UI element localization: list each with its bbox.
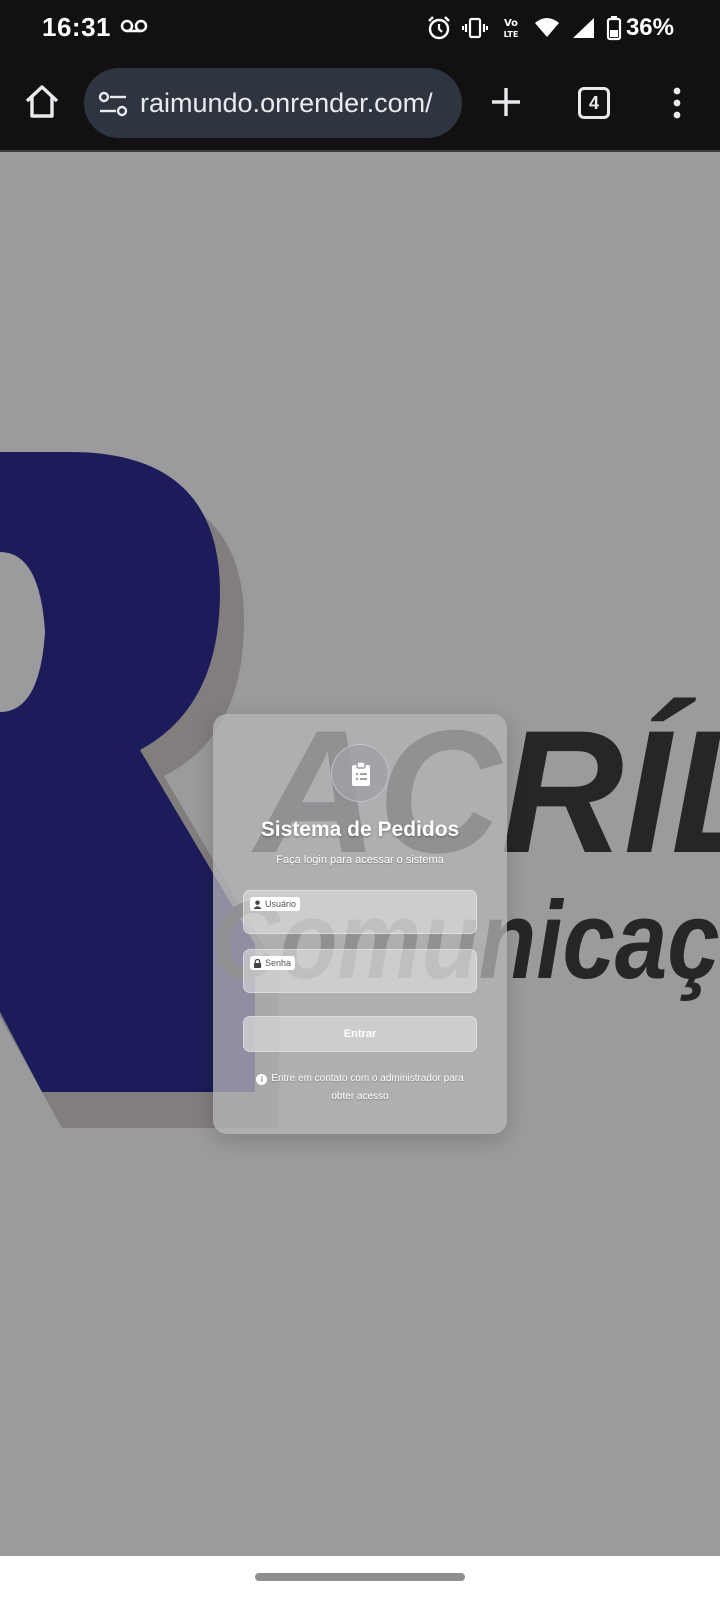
- volte-icon: Vo LTE: [504, 18, 519, 39]
- lock-icon: [253, 958, 262, 968]
- password-label-text: Senha: [265, 958, 292, 968]
- login-card: Sistema de Pedidos Faça login para acess…: [213, 714, 507, 1134]
- login-title: Sistema de Pedidos: [260, 818, 460, 841]
- status-bar: 16:31 Vo LTE 36%: [0, 0, 720, 56]
- url-bar[interactable]: raimundo.onrender.com/: [84, 68, 462, 138]
- login-subtitle: Faça login para acessar o sistema: [276, 854, 444, 866]
- username-label: Usuário: [250, 897, 301, 911]
- username-label-text: Usuário: [265, 899, 297, 909]
- password-field[interactable]: Senha: [243, 949, 477, 993]
- svg-text:Vo: Vo: [504, 18, 518, 29]
- clipboard-icon: [352, 761, 370, 786]
- new-tab-icon[interactable]: [488, 84, 524, 120]
- username-field[interactable]: Usuário: [243, 890, 477, 934]
- info-icon: i: [256, 1074, 268, 1085]
- clipboard-badge: [331, 744, 389, 802]
- system-nav-bar: [0, 1556, 720, 1600]
- user-icon: [253, 899, 262, 909]
- password-label: Senha: [250, 956, 296, 970]
- menu-icon[interactable]: [672, 86, 682, 120]
- wifi-icon: [534, 18, 559, 37]
- access-note-text: Entre em contato com o administrador par…: [271, 1073, 464, 1102]
- status-time: 16:31: [42, 12, 111, 42]
- url-text[interactable]: raimundo.onrender.com/: [140, 88, 433, 119]
- voicemail-icon: [120, 19, 148, 33]
- battery-percent: 36%: [625, 14, 674, 41]
- browser-toolbar: raimundo.onrender.com/ 4: [0, 56, 720, 152]
- status-icons: Vo LTE 36%: [426, 12, 674, 44]
- site-settings-icon[interactable]: [98, 90, 128, 118]
- alarm-icon: [428, 16, 450, 40]
- vibrate-icon: [461, 17, 488, 39]
- battery-icon: [606, 16, 622, 41]
- login-button[interactable]: Entrar: [243, 1016, 477, 1052]
- gesture-handle[interactable]: [255, 1573, 465, 1581]
- signal-icon: [572, 18, 594, 38]
- access-note: i Entre em contato com o administrador pa…: [247, 1070, 473, 1106]
- home-icon[interactable]: [22, 82, 62, 122]
- tab-switcher-button[interactable]: 4: [578, 87, 610, 119]
- svg-text:LTE: LTE: [504, 30, 519, 39]
